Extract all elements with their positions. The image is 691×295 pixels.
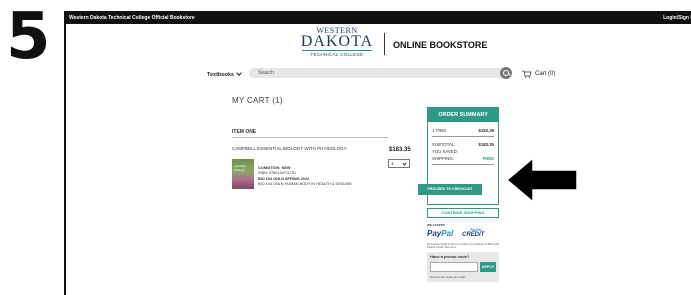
logo-divider (384, 33, 385, 55)
textbooks-label: Textbooks (207, 72, 235, 78)
item-details: CONDITION: NEW ISBN: 9780134711751 BIO 1… (258, 166, 352, 186)
paypal-credit-logo: PayPal CREDIT (462, 228, 485, 238)
top-bar: Western Dakota Technical College Officia… (66, 13, 691, 24)
page-title: MY CART (1) (232, 96, 283, 105)
arrow-pointer-icon (505, 156, 578, 204)
quantity-select[interactable]: 1 (388, 159, 410, 168)
continue-shopping-button[interactable]: CONTINUE SHOPPING (427, 208, 499, 218)
chevron-down-icon (402, 161, 407, 166)
order-summary-heading: ORDER SUMMARY (428, 108, 498, 122)
store-title: Western Dakota Technical College Officia… (69, 15, 195, 21)
cart-icon (522, 70, 532, 78)
summary-shipping-row: SHIPPING: FREE (432, 156, 494, 161)
proceed-to-checkout-button[interactable]: PROCEED TO CHECKOUT (418, 184, 482, 195)
browser-screenshot: Western Dakota Technical College Officia… (64, 11, 691, 295)
item-title[interactable]: CAMPBELL ESSENTIAL BIOLOGY WITH PHYSIOLO… (232, 146, 347, 151)
summary-item-count: 1 ITEM (432, 128, 446, 133)
item-course-description: BIO 104 ONLN HUMAN BODY IN HEALTH & DISE… (258, 181, 352, 186)
saved-label: YOU SAVED: (432, 149, 458, 154)
search-input[interactable]: Search (249, 68, 511, 78)
subtotal-value: $183.35 (478, 142, 494, 147)
chevron-down-icon (236, 70, 242, 76)
book-cover-image[interactable]: essential biology (232, 159, 254, 189)
divider (232, 137, 388, 138)
subtotal-label: SUBTOTAL: (432, 142, 456, 147)
step-number: 5 (6, 0, 51, 74)
cart-link[interactable]: Cart (0) (522, 68, 555, 80)
logo-line-3: TECHNICAL COLLEGE (310, 52, 364, 57)
item-isbn: ISBN: 9780134711751 (258, 170, 297, 175)
item-condition: CONDITION: NEW (258, 166, 291, 170)
item-price: $183.35 (389, 147, 411, 153)
divider (432, 164, 494, 165)
logo-line-2: DAKOTA (300, 33, 374, 50)
promo-question: Have a promo code? (430, 254, 470, 259)
login-link[interactable]: Login/Sign Up (663, 13, 691, 24)
paypal-logo: PayPal (427, 229, 453, 238)
summary-saved-row: YOU SAVED: (432, 149, 494, 154)
paypal-credit-word: CREDIT (462, 232, 485, 238)
textbooks-menu[interactable]: Textbooks (207, 70, 242, 78)
shipping-value: FREE (482, 156, 494, 161)
college-logo[interactable]: WESTERN DAKOTA TECHNICAL COLLEGE (298, 27, 376, 61)
summary-items-row: 1 ITEM $183.35 (432, 128, 494, 133)
summary-item-total: $183.35 (478, 128, 494, 133)
shipping-label: SHIPPING: (432, 156, 454, 161)
item-heading: ITEM ONE (232, 129, 257, 135)
logo-rule (302, 50, 372, 51)
item-course: BIO 104 ONLN SPRING 2022 (258, 177, 310, 182)
cart-label: Cart (0) (535, 71, 556, 77)
promo-box: Have a promo code? APPLY One promo code … (427, 252, 499, 282)
paypal-fine-print[interactable]: No interest if paid in full in 6 months … (427, 243, 503, 249)
search-icon[interactable] (500, 67, 512, 79)
promo-note: One promo code per order (430, 275, 466, 279)
we-accept-label: WE ACCEPT (427, 223, 445, 227)
store-name: ONLINE BOOKSTORE (393, 40, 488, 50)
divider (432, 136, 494, 137)
quantity-value: 1 (391, 161, 394, 166)
apply-button[interactable]: APPLY (480, 262, 496, 272)
promo-code-input[interactable] (430, 262, 478, 272)
paypal-logo-part-2: Pal (441, 229, 454, 238)
summary-subtotal-row: SUBTOTAL: $183.35 (432, 142, 494, 147)
paypal-logo-part-1: Pay (427, 229, 442, 238)
book-cover-title: essential biology (234, 164, 247, 172)
